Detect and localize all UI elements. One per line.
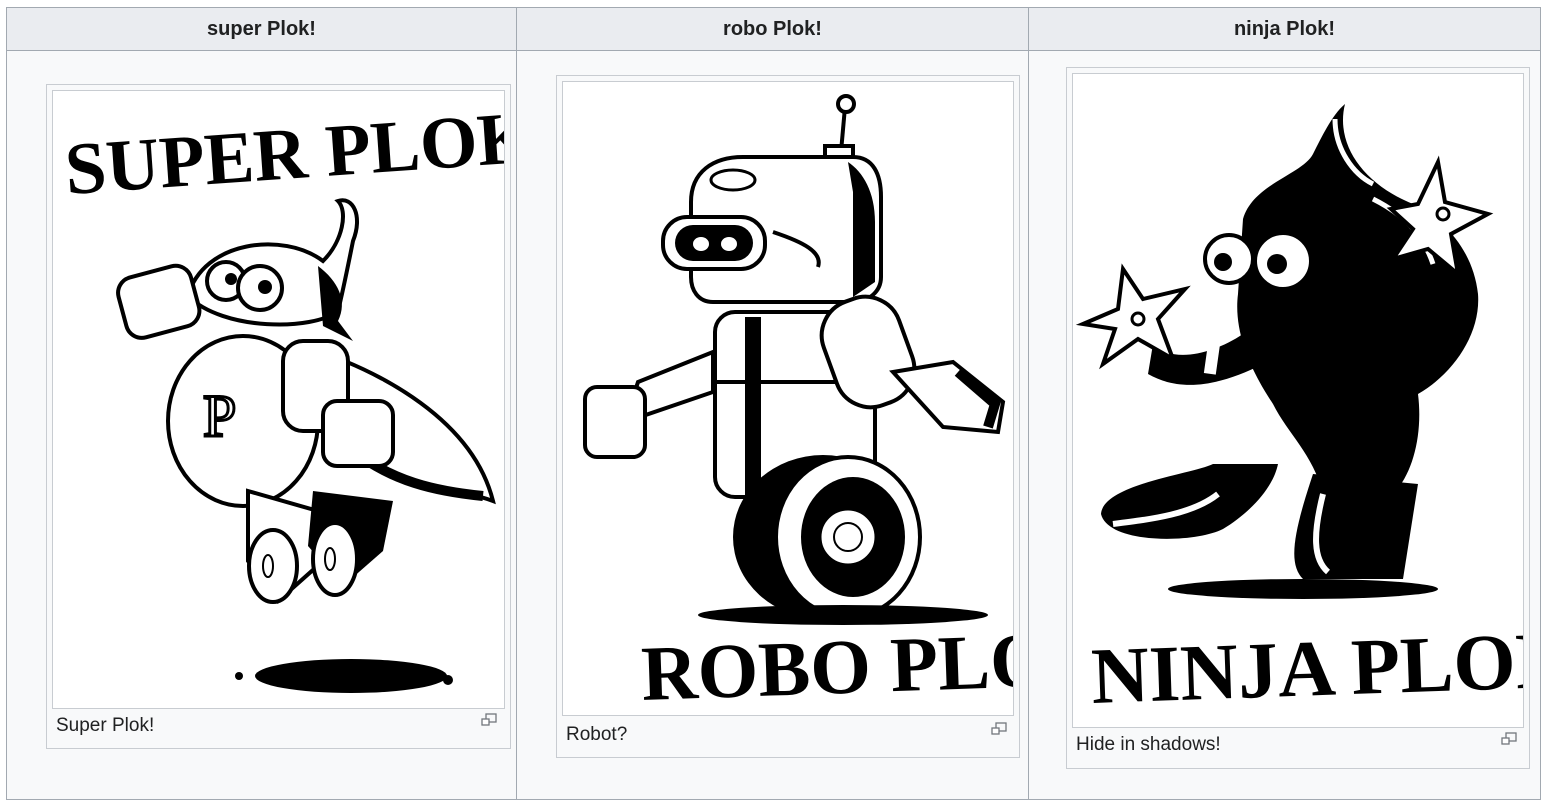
super-plok-logo-lettering: SUPER PLOK xyxy=(62,96,504,211)
robo-plok-illustration: ROBO PLOK xyxy=(583,94,1013,715)
enlarge-icon[interactable] xyxy=(991,722,1007,736)
ninja-plok-illustration: NINJA PLOK xyxy=(1075,104,1523,721)
gallery-cell-super: SUPER PLOK P Super Plok! xyxy=(6,50,517,800)
gallery-cell-ninja: NINJA PLOK Hide in shadows! xyxy=(1028,50,1541,800)
robo-plok-logo-lettering: ROBO PLOK xyxy=(640,614,1013,715)
column-header-super: super Plok! xyxy=(6,7,517,51)
robo-plok-image[interactable]: ROBO PLOK xyxy=(562,81,1014,716)
enlarge-icon[interactable] xyxy=(1501,732,1517,746)
column-header-robo: robo Plok! xyxy=(516,7,1029,51)
thumbnail-frame-ninja: NINJA PLOK Hide in shadows! xyxy=(1066,67,1530,769)
gallery-header-row: super Plok! robo Plok! ninja Plok! xyxy=(6,7,1541,51)
ninja-plok-image[interactable]: NINJA PLOK xyxy=(1072,73,1524,728)
super-plok-image[interactable]: SUPER PLOK P xyxy=(52,90,505,709)
ninja-plok-logo-lettering: NINJA PLOK xyxy=(1090,616,1523,721)
enlarge-icon[interactable] xyxy=(481,713,497,727)
gallery-cell-robo: ROBO PLOK Robot? xyxy=(516,50,1029,800)
thumbnail-frame-super: SUPER PLOK P Super Plok! xyxy=(46,84,511,749)
caption-robo: Robot? xyxy=(566,724,628,745)
super-plok-illustration: SUPER PLOK P xyxy=(62,96,504,693)
thumbnail-frame-robo: ROBO PLOK Robot? xyxy=(556,75,1020,758)
caption-super: Super Plok! xyxy=(56,715,155,736)
column-header-ninja: ninja Plok! xyxy=(1028,7,1541,51)
plok-gallery-table: super Plok! robo Plok! ninja Plok! SUPER… xyxy=(6,7,1541,800)
caption-ninja: Hide in shadows! xyxy=(1076,734,1221,755)
svg-text:P: P xyxy=(203,383,236,449)
gallery-image-row: SUPER PLOK P Super Plok! ROBO PLOK Robot… xyxy=(6,50,1541,800)
